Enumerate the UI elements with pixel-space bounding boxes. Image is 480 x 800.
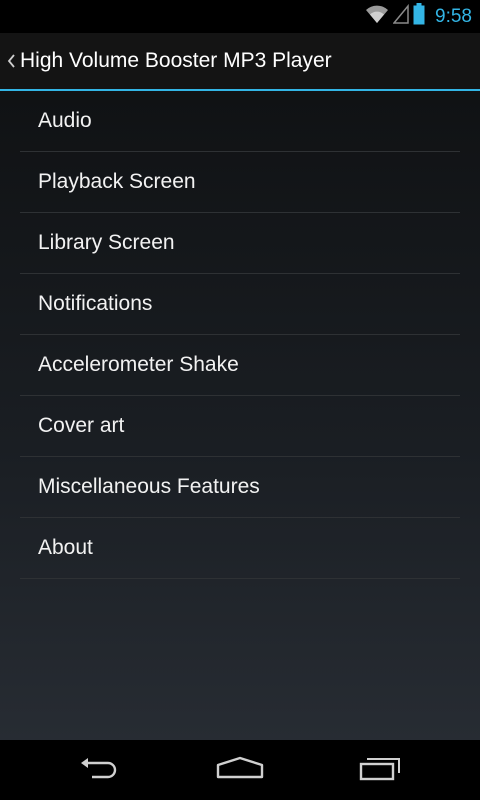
signal-icon (392, 3, 409, 29)
preference-item-cover-art[interactable]: Cover art (20, 396, 460, 457)
preference-item-audio[interactable]: Audio (20, 91, 460, 152)
recents-icon (358, 755, 404, 786)
status-icons: 9:58 (365, 0, 472, 33)
chevron-left-icon[interactable] (4, 33, 18, 89)
status-bar: 9:58 (0, 0, 480, 33)
preference-label: Cover art (38, 414, 125, 437)
screen: 9:58 High Volume Booster MP3 Player Audi… (0, 0, 480, 800)
preference-item-accelerometer-shake[interactable]: Accelerometer Shake (20, 335, 460, 396)
status-time: 9:58 (435, 5, 472, 27)
preference-label: Accelerometer Shake (38, 353, 239, 376)
preference-item-library-screen[interactable]: Library Screen (20, 213, 460, 274)
preference-label: Playback Screen (38, 170, 196, 193)
home-button[interactable] (200, 740, 280, 800)
preference-item-playback-screen[interactable]: Playback Screen (20, 152, 460, 213)
recents-button[interactable] (341, 740, 421, 800)
home-icon (215, 756, 265, 785)
preference-label: Notifications (38, 292, 153, 315)
preference-label: Miscellaneous Features (38, 475, 260, 498)
preference-label: About (38, 536, 93, 559)
battery-icon (413, 3, 425, 30)
wifi-icon (365, 4, 389, 29)
action-bar[interactable]: High Volume Booster MP3 Player (0, 33, 480, 89)
preference-item-notifications[interactable]: Notifications (20, 274, 460, 335)
preference-label: Audio (38, 109, 92, 132)
back-icon (78, 756, 122, 785)
back-button[interactable] (60, 740, 140, 800)
preference-label: Library Screen (38, 231, 175, 254)
page-title: High Volume Booster MP3 Player (20, 49, 332, 72)
navigation-bar (0, 740, 480, 800)
preference-item-miscellaneous-features[interactable]: Miscellaneous Features (20, 457, 460, 518)
preference-item-about[interactable]: About (20, 518, 460, 579)
content-area: Audio Playback Screen Library Screen Not… (0, 91, 480, 740)
preference-list: Audio Playback Screen Library Screen Not… (20, 91, 460, 579)
